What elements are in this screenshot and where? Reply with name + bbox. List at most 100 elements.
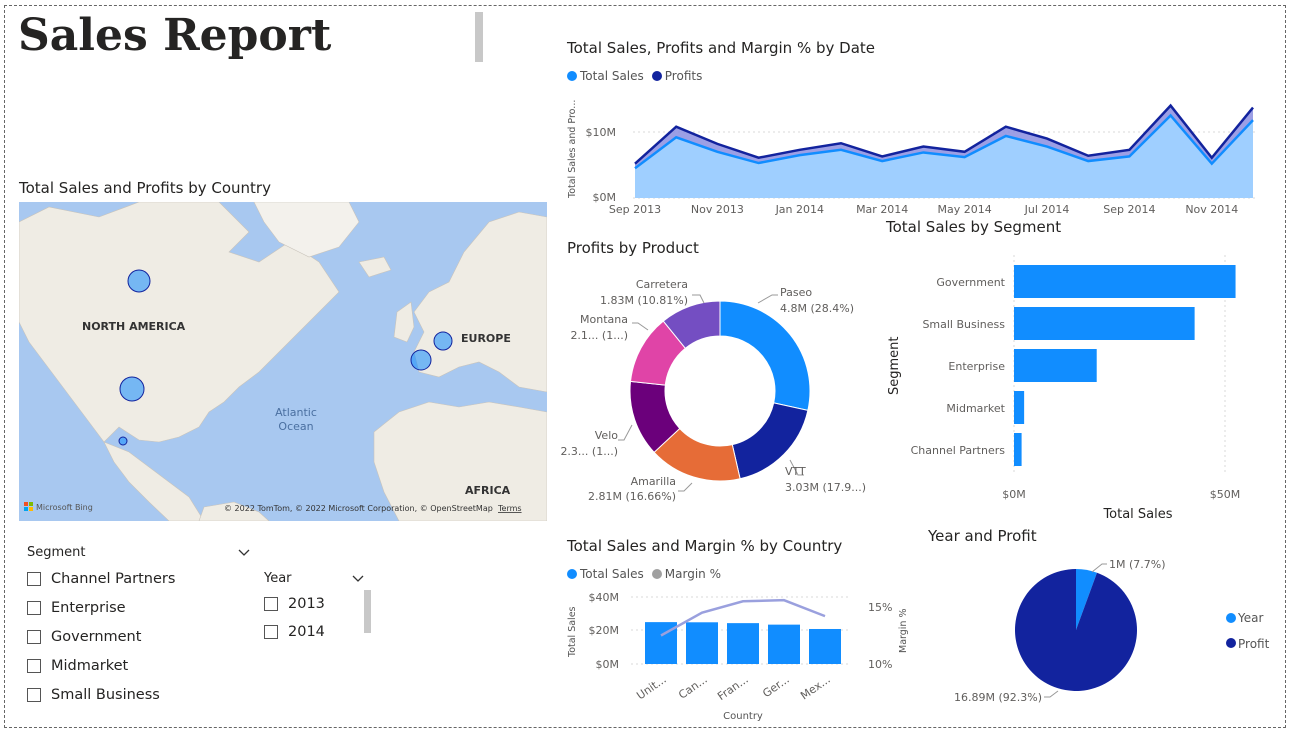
slicer-item-midmarket[interactable]: Midmarket (27, 651, 175, 680)
year-profit-pie[interactable]: 1M (7.7%) 16.89M (92.3%) Year Profit (940, 548, 1270, 718)
pie-legend-label-profit: Profit (1238, 637, 1270, 651)
slicer-item-label: Enterprise (51, 599, 126, 616)
map-canvas[interactable]: NORTH AMERICA EUROPE Atlantic Ocean AFRIC… (19, 202, 547, 521)
country-combo-chart[interactable]: Total Sales Margin % $40M $20M $0M 15% 1… (563, 587, 923, 727)
slicer-item-channel-partners[interactable]: Channel Partners (27, 564, 175, 593)
segment-bar (1014, 349, 1097, 382)
slicer-item-label: 2013 (288, 596, 325, 612)
country-xtick: Fran... (715, 673, 751, 703)
checkbox[interactable] (27, 600, 41, 615)
donut-label-vtt-name: VTT (785, 465, 806, 478)
slicer-item-label: 2014 (288, 624, 325, 640)
bing-logo: Microsoft Bing (24, 502, 93, 512)
combo-ylabel: Total Sales (567, 606, 578, 658)
year-slicer: 2013 2014 (264, 590, 325, 646)
slicer-scrollbar[interactable] (364, 590, 371, 633)
land-uk (393, 301, 415, 343)
country-xtick: Mex... (798, 673, 833, 703)
country-combo-legend: Total Sales Margin % (567, 567, 721, 581)
legend-item-margin[interactable]: Margin % (651, 567, 721, 581)
line-chart-ytick: $10M (586, 126, 617, 139)
checkbox[interactable] (27, 658, 41, 673)
line-chart[interactable]: Total Sales and Pro... $10M $0M Sep 2013… (563, 92, 1263, 222)
country-xtick: Unit... (634, 673, 668, 703)
ocean-label-line2: Ocean (278, 420, 313, 433)
bing-logo-text: Microsoft Bing (36, 503, 93, 512)
slicer-item-2013[interactable]: 2013 (264, 590, 325, 618)
donut-label-paseo-name: Paseo (780, 286, 812, 299)
combo-xlabel: Country (723, 711, 763, 722)
checkbox[interactable] (27, 571, 41, 586)
segment-bar (1014, 265, 1236, 298)
legend-item-profits[interactable]: Profits (651, 69, 702, 83)
land-greenland (253, 202, 360, 258)
line-chart-xtick: Mar 2014 (856, 203, 908, 216)
callout-year (1091, 563, 1107, 573)
slicer-item-government[interactable]: Government (27, 622, 175, 651)
pie-label-profit: 16.89M (92.3%) (954, 691, 1042, 704)
slicer-item-label: Midmarket (51, 657, 129, 674)
callout-paseo (757, 294, 778, 304)
pie-title: Year and Profit (928, 527, 1037, 545)
pie-legend-item-profit[interactable]: Profit (1226, 637, 1270, 651)
line-chart-xtick: Jan 2014 (775, 203, 824, 216)
checkbox[interactable] (264, 625, 278, 639)
checkbox[interactable] (27, 687, 41, 702)
line-chart-ylabel: Total Sales and Pro... (567, 100, 578, 199)
callout-velo (618, 424, 633, 441)
slicer-item-small-business[interactable]: Small Business (27, 680, 175, 709)
segment-bar (1014, 433, 1022, 466)
legend-dot-total-sales (567, 71, 577, 81)
segment-bar-title: Total Sales by Segment (886, 218, 1062, 236)
legend-item-total-sales[interactable]: Total Sales (567, 567, 644, 581)
line-chart-title: Total Sales, Profits and Margin % by Dat… (567, 39, 875, 57)
checkbox[interactable] (264, 597, 278, 611)
callout-carretera (692, 294, 705, 304)
legend-label: Total Sales (580, 69, 644, 83)
segment-bar-category: Small Business (922, 318, 1005, 331)
slicer-item-label: Channel Partners (51, 570, 176, 587)
segment-bar-xlabel: Total Sales (1102, 507, 1172, 522)
legend-item-total-sales[interactable]: Total Sales (567, 69, 644, 83)
map-label-europe: EUROPE (461, 332, 511, 345)
scrollbar[interactable] (475, 12, 483, 62)
slicer-item-enterprise[interactable]: Enterprise (27, 593, 175, 622)
pie-legend-dot-year (1226, 613, 1236, 623)
map-title: Total Sales and Profits by Country (19, 179, 271, 197)
pie-legend-item-year[interactable]: Year (1226, 611, 1263, 625)
donut-label-carretera-value: 1.83M (10.81%) (600, 294, 688, 307)
legend-dot-profits (651, 71, 662, 81)
segment-bar-chart[interactable]: Segment $0M $50M Total Sales Government S… (880, 245, 1270, 530)
segment-bar-xtick: $0M (1002, 488, 1026, 501)
pie-legend-dot-profit (1226, 638, 1236, 648)
donut-label-amarilla-value: 2.81M (16.66%) (588, 490, 676, 503)
bing-logo-sq3 (24, 507, 28, 511)
segment-bar-category: Channel Partners (911, 444, 1006, 457)
map-copyright: © 2022 TomTom, © 2022 Microsoft Corporat… (224, 504, 493, 513)
bing-logo-sq2 (29, 502, 33, 506)
donut-label-amarilla-name: Amarilla (631, 475, 676, 488)
map-label-ocean: Atlantic Ocean (275, 406, 317, 433)
pie-label-year: 1M (7.7%) (1109, 558, 1166, 571)
land-iceland (358, 256, 392, 278)
callout-montana (632, 322, 649, 331)
line-chart-xtick: Jul 2014 (1024, 203, 1070, 216)
segment-bar-category: Government (936, 276, 1005, 289)
donut-label-vtt-value: 3.03M (17.9...) (785, 481, 866, 494)
chevron-down-icon[interactable] (352, 573, 364, 585)
map-visual[interactable]: NORTH AMERICA EUROPE Atlantic Ocean AFRIC… (19, 202, 547, 521)
segment-bar-category: Midmarket (946, 402, 1005, 415)
segment-bar (1014, 307, 1195, 340)
slicer-item-2014[interactable]: 2014 (264, 618, 325, 646)
checkbox[interactable] (27, 629, 41, 644)
land-europe (413, 211, 547, 393)
donut-chart[interactable]: Paseo 4.8M (28.4%) VTT 3.03M (17.9...) A… (560, 275, 880, 507)
combo-ytick: $0M (596, 658, 620, 671)
donut-label-velo-value: 2.3... (1...) (560, 445, 618, 458)
chevron-down-icon[interactable] (238, 547, 250, 559)
land-central-america (103, 441, 205, 521)
country-combo-title: Total Sales and Margin % by Country (567, 537, 843, 555)
bubble-germany (433, 331, 453, 351)
segment-bar-ylabel: Segment (887, 337, 902, 396)
callout-amarilla (678, 482, 693, 492)
